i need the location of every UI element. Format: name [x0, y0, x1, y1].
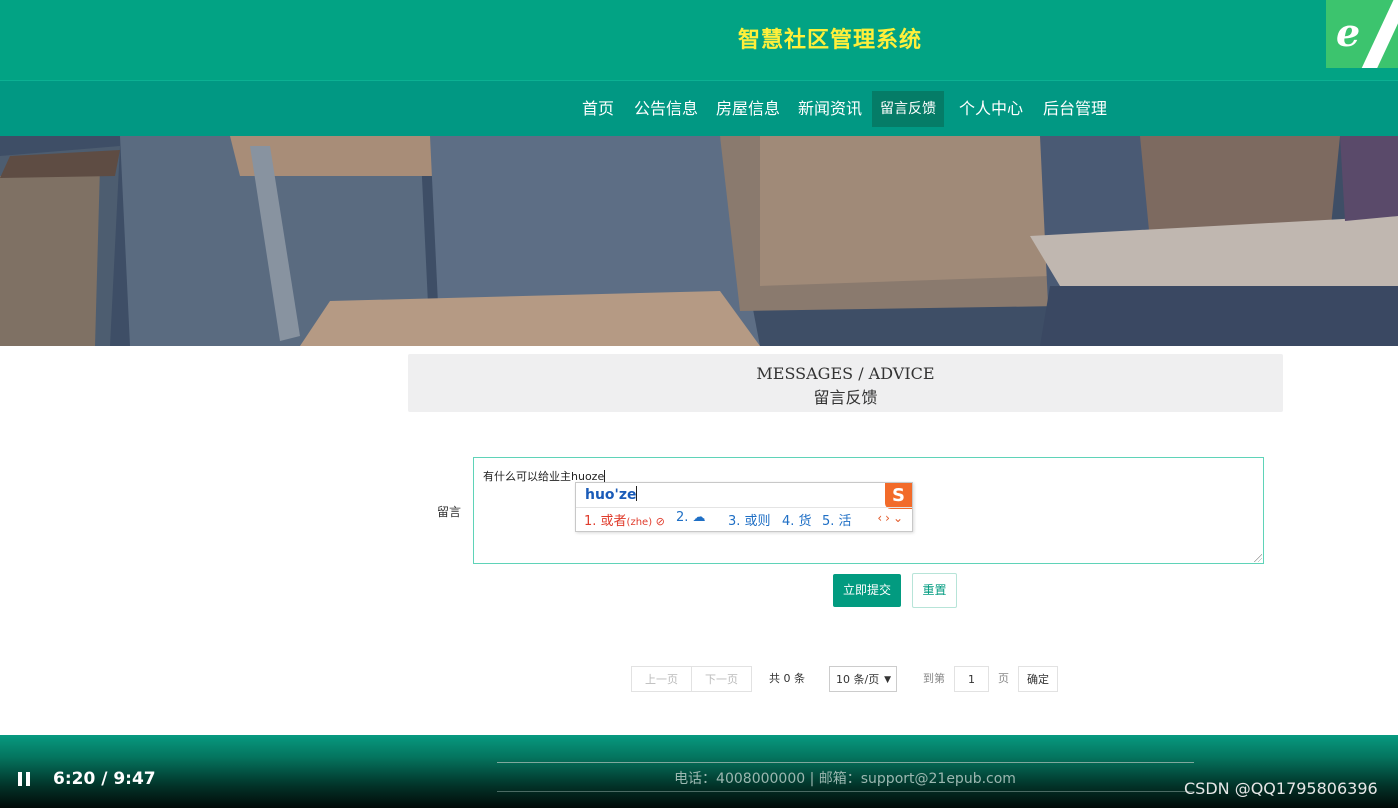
total-count: 共 0 条	[769, 672, 805, 685]
reset-button[interactable]: 重置	[912, 573, 957, 608]
ime-page-arrows-icon[interactable]: ‹›⌄	[877, 511, 906, 525]
section-title-zh: 留言反馈	[813, 388, 878, 407]
next-page-button[interactable]: 下一页	[691, 666, 752, 692]
goto-confirm-button[interactable]: 确定	[1018, 666, 1058, 692]
pause-icon[interactable]	[18, 772, 32, 786]
top-header: 智慧社区管理系统 e	[0, 0, 1398, 80]
section-title-en: MESSAGES / ADVICE	[756, 364, 935, 383]
page-size-select[interactable]: 10 条/页 ▼	[829, 666, 897, 692]
nav-item-profile[interactable]: 个人中心	[951, 91, 1031, 127]
ie-browser-icon[interactable]: e	[1326, 0, 1398, 68]
nav-item-notices[interactable]: 公告信息	[626, 91, 706, 127]
ime-candidate-popup: huo'ze S 1. 或者(zhe) ⊘ 2. ☁ 3. 或则 4. 货 5.…	[575, 482, 913, 532]
nav-item-houses[interactable]: 房屋信息	[708, 91, 788, 127]
nav-item-home[interactable]: 首页	[574, 91, 622, 127]
nav-item-feedback[interactable]: 留言反馈	[872, 91, 944, 127]
video-time: 6:20 / 9:47	[53, 769, 156, 789]
nav-item-news[interactable]: 新闻资讯	[790, 91, 870, 127]
page-unit-label: 页	[998, 672, 1009, 685]
submit-button[interactable]: 立即提交	[833, 574, 901, 607]
ime-pinyin: huo'ze	[585, 486, 638, 503]
page-number-input[interactable]: 1	[954, 666, 989, 692]
footer-divider-top	[497, 762, 1194, 763]
logo-slash	[1357, 0, 1398, 68]
chevron-down-icon: ▼	[884, 675, 891, 685]
main-nav: 首页 公告信息 房屋信息 新闻资讯 留言反馈 个人中心 后台管理	[0, 80, 1398, 136]
classroom-chairs-image	[0, 136, 1398, 346]
site-title: 智慧社区管理系统	[737, 28, 922, 53]
ie-e-letter: e	[1336, 10, 1361, 55]
footer-divider-bottom	[497, 791, 1194, 792]
section-header: MESSAGES / ADVICE 留言反馈	[408, 354, 1283, 412]
message-label: 留言	[437, 505, 462, 519]
hero-banner	[0, 136, 1398, 346]
nav-item-admin[interactable]: 后台管理	[1035, 91, 1115, 127]
watermark: CSDN @QQ1795806396	[1184, 779, 1378, 798]
ime-candidate-3[interactable]: 3. 或则	[728, 510, 771, 529]
ime-candidate-4[interactable]: 4. 货	[782, 510, 812, 529]
footer: 电话：4008000000 | 邮箱：support@21epub.com 6:…	[0, 735, 1398, 808]
text-caret	[604, 470, 606, 482]
ime-candidate-2[interactable]: 2. ☁	[676, 510, 706, 525]
sogou-logo-icon: S	[885, 483, 912, 509]
goto-label: 到第	[923, 672, 945, 685]
ime-candidate-5[interactable]: 5. 活	[822, 510, 852, 529]
prev-page-button[interactable]: 上一页	[631, 666, 692, 692]
cloud-icon: ☁	[688, 510, 706, 525]
ime-candidate-1[interactable]: 1. 或者(zhe) ⊘	[584, 510, 665, 529]
resize-grip[interactable]	[1254, 554, 1262, 562]
